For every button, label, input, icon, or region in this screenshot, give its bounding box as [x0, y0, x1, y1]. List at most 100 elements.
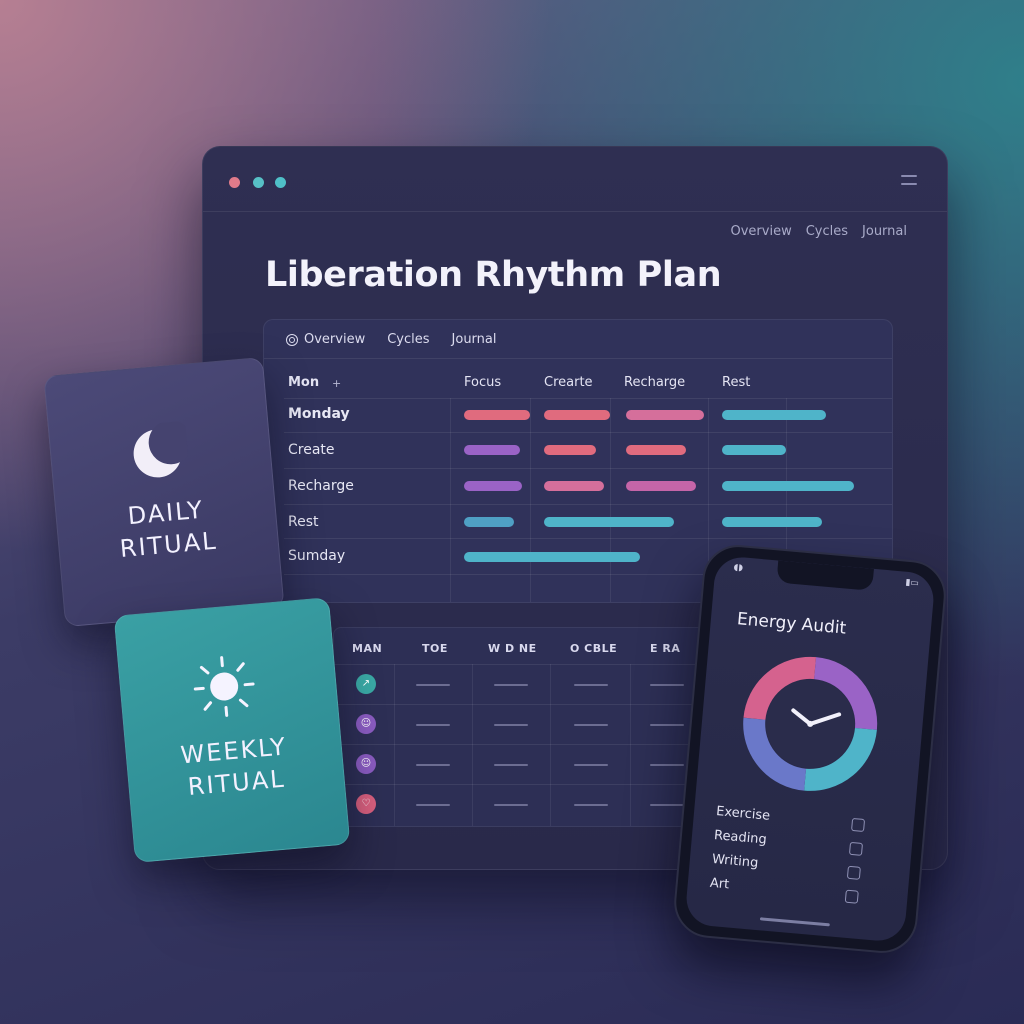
- daily-ritual-card[interactable]: DAILY RITUAL: [43, 356, 285, 628]
- column-divider: [394, 664, 395, 826]
- empty-cell[interactable]: [494, 764, 528, 766]
- window-minimize-dot[interactable]: [253, 177, 264, 188]
- checklist-item-reading: Reading: [713, 827, 768, 848]
- phone-notch: [776, 560, 874, 591]
- empty-cell[interactable]: [416, 804, 450, 806]
- column-divider: [450, 398, 451, 602]
- empty-cell[interactable]: [416, 724, 450, 726]
- schedule-bar[interactable]: [626, 445, 686, 455]
- schedule-bar[interactable]: [626, 481, 696, 491]
- schedule-bar[interactable]: [722, 481, 854, 491]
- empty-cell[interactable]: [574, 804, 608, 806]
- empty-cell[interactable]: [416, 764, 450, 766]
- menu-icon[interactable]: [901, 175, 917, 187]
- empty-cell[interactable]: [650, 764, 684, 766]
- title-bar: [203, 147, 947, 212]
- divider: [284, 398, 892, 399]
- empty-cell[interactable]: [650, 724, 684, 726]
- row-label-sumday: Sumday: [288, 548, 346, 564]
- heart-icon[interactable]: ♡: [356, 794, 376, 814]
- row-label-recharge: Recharge: [288, 478, 354, 494]
- leaf-icon[interactable]: ↗: [356, 674, 376, 694]
- empty-cell[interactable]: [574, 764, 608, 766]
- empty-cell[interactable]: [416, 684, 450, 686]
- column-header-recharge: Recharge: [624, 375, 686, 390]
- row-label-rest: Rest: [288, 514, 319, 530]
- spiral-icon: [286, 333, 298, 346]
- schedule-bar[interactable]: [544, 517, 674, 527]
- grid-header: TOE: [422, 642, 448, 655]
- grid-header: E RA: [650, 642, 681, 655]
- mood-icon[interactable]: ☺: [356, 714, 376, 734]
- sun-icon: [193, 656, 255, 717]
- schedule-bar[interactable]: [722, 410, 826, 420]
- battery-icon: ▮▭: [904, 577, 920, 589]
- schedule-bar[interactable]: [626, 410, 704, 420]
- divider: [284, 432, 892, 433]
- empty-cell[interactable]: [494, 724, 528, 726]
- empty-cell[interactable]: [494, 804, 528, 806]
- nav-journal[interactable]: Journal: [862, 224, 907, 239]
- grid-header: O CBLE: [570, 642, 618, 655]
- empty-cell[interactable]: [650, 684, 684, 686]
- checklist-item-exercise: Exercise: [715, 804, 771, 824]
- empty-cell[interactable]: [574, 684, 608, 686]
- window-close-dot[interactable]: [229, 177, 240, 188]
- schedule-bar[interactable]: [722, 517, 822, 527]
- weekly-ritual-card[interactable]: WEEKLY RITUAL: [113, 597, 351, 863]
- top-nav: Overview Cycles Journal: [731, 224, 908, 239]
- grid-header: W D NE: [488, 642, 537, 655]
- grid-header: MAN: [352, 642, 383, 655]
- column-header-rest: Rest: [722, 375, 751, 390]
- column-divider: [610, 398, 611, 602]
- schedule-bar[interactable]: [464, 410, 530, 420]
- schedule-bar[interactable]: [544, 410, 610, 420]
- column-divider: [630, 664, 631, 826]
- schedule-bar[interactable]: [464, 552, 640, 562]
- planner-tabs: Overview Cycles Journal: [286, 332, 497, 347]
- column-divider: [472, 664, 473, 826]
- column-divider: [530, 398, 531, 602]
- schedule-bar[interactable]: [464, 517, 514, 527]
- divider: [284, 468, 892, 469]
- tab-journal[interactable]: Journal: [452, 332, 497, 347]
- status-bar-icon: ◖◗: [733, 562, 744, 574]
- divider: [264, 358, 892, 359]
- empty-cell[interactable]: [494, 684, 528, 686]
- checkbox-writing[interactable]: [846, 865, 861, 880]
- divider: [284, 504, 892, 505]
- weekly-grid: MAN TOE W D NE O CBLE E RA ↗ ☺ ☺ ♡: [333, 627, 735, 827]
- header-day-select[interactable]: Mon: [288, 375, 319, 390]
- checkbox-exercise[interactable]: [851, 817, 866, 833]
- empty-cell[interactable]: [650, 804, 684, 806]
- checklist-item-writing: Writing: [711, 851, 759, 871]
- schedule-bar[interactable]: [544, 445, 596, 455]
- energy-audit-title: Energy Audit: [736, 609, 848, 639]
- nav-cycles[interactable]: Cycles: [806, 224, 848, 239]
- schedule-bar[interactable]: [544, 481, 604, 491]
- checkbox-art[interactable]: [844, 889, 859, 904]
- tab-cycles[interactable]: Cycles: [387, 332, 429, 347]
- column-header-focus: Focus: [464, 375, 502, 390]
- row-label-create: Create: [288, 442, 335, 458]
- checkbox-reading[interactable]: [848, 841, 864, 856]
- schedule-bar[interactable]: [464, 481, 522, 491]
- row-label-monday: Monday: [288, 406, 350, 422]
- column-header-create: Crearte: [544, 375, 593, 390]
- page-title: Liberation Rhythm Plan: [265, 255, 722, 295]
- add-icon[interactable]: +: [332, 377, 341, 390]
- tab-overview[interactable]: Overview: [286, 332, 365, 347]
- schedule-bar[interactable]: [464, 445, 520, 455]
- phone-device: ◖◗ ▮▭ Energy Audit Exercise Reading Writ…: [671, 542, 949, 956]
- schedule-bar[interactable]: [722, 445, 786, 455]
- mood-icon[interactable]: ☺: [356, 754, 376, 774]
- empty-cell[interactable]: [574, 724, 608, 726]
- column-divider: [550, 664, 551, 826]
- energy-clock-ring[interactable]: [737, 650, 884, 797]
- checklist-item-art: Art: [709, 875, 730, 893]
- moon-icon: [133, 420, 191, 478]
- nav-overview[interactable]: Overview: [731, 224, 792, 239]
- tab-overview-label: Overview: [304, 332, 366, 347]
- home-indicator[interactable]: [759, 917, 830, 927]
- window-maximize-dot[interactable]: [275, 177, 286, 188]
